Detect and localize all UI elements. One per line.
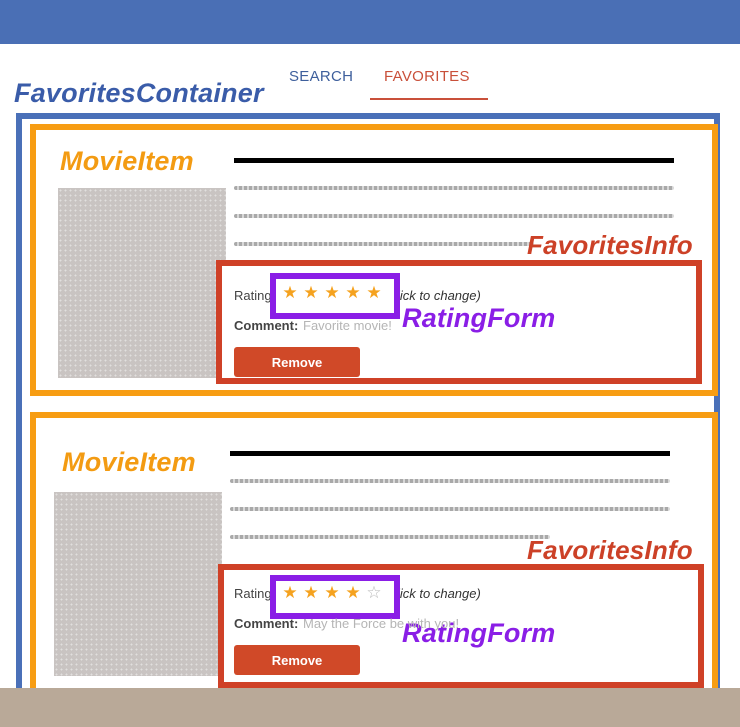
movie-title-placeholder	[230, 451, 670, 456]
rating-label: Rating	[234, 288, 272, 303]
favorites-info-annotation: FavoritesInfo	[527, 535, 693, 565]
remove-button[interactable]: Remove	[234, 645, 360, 675]
header-bar	[0, 0, 740, 44]
description-line	[234, 186, 674, 190]
tab-favorites[interactable]: FAVORITES	[384, 68, 470, 85]
description-line	[230, 479, 670, 483]
rating-hint: lick to change)	[397, 586, 481, 601]
rating-form-annotation: RatingForm	[402, 303, 556, 333]
description-line	[234, 214, 674, 218]
comment-label: Comment:	[234, 318, 299, 333]
star-icon[interactable]: ★	[365, 284, 383, 302]
rating-label: Rating	[234, 586, 272, 601]
movie-item-annotation: MovieItem	[60, 146, 194, 176]
star-icon[interactable]: ★	[344, 284, 362, 302]
comment-label: Comment:	[234, 616, 299, 631]
description-line	[230, 535, 550, 539]
rating-stars[interactable]: ★ ★ ★ ★ ☆	[281, 584, 383, 602]
star-icon[interactable]: ☆	[365, 584, 383, 602]
star-icon[interactable]: ★	[323, 584, 341, 602]
description-line	[230, 507, 670, 511]
rating-hint: lick to change)	[397, 288, 481, 303]
remove-button[interactable]: Remove	[234, 347, 360, 377]
star-icon[interactable]: ★	[281, 584, 299, 602]
movie-title-placeholder	[234, 158, 674, 163]
star-icon[interactable]: ★	[302, 284, 320, 302]
movie-poster	[54, 492, 222, 676]
star-icon[interactable]: ★	[323, 284, 341, 302]
star-icon[interactable]: ★	[302, 584, 320, 602]
movie-item-annotation: MovieItem	[62, 447, 196, 477]
tab-search[interactable]: SEARCH	[289, 68, 353, 85]
favorites-info-annotation: FavoritesInfo	[527, 230, 693, 260]
star-icon[interactable]: ★	[281, 284, 299, 302]
rating-stars[interactable]: ★ ★ ★ ★ ★	[281, 284, 383, 302]
star-icon[interactable]: ★	[344, 584, 362, 602]
comment-value[interactable]: Favorite movie!	[303, 318, 392, 333]
comment-value[interactable]: May the Force be with you!	[303, 616, 459, 631]
active-tab-indicator	[370, 98, 488, 100]
movie-poster	[58, 188, 226, 378]
page-footer-strip	[0, 688, 740, 727]
favorites-container-annotation: FavoritesContainer	[14, 78, 264, 108]
description-line	[234, 242, 534, 246]
